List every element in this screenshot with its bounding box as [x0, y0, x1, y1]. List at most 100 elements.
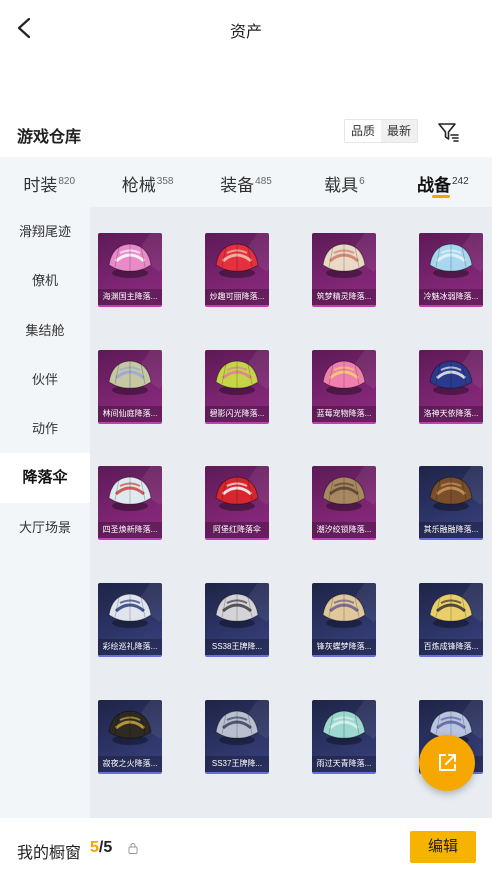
tab-label: 装备 — [220, 176, 255, 195]
parachute-icon — [108, 593, 152, 628]
item-name: 洛神天依降落... — [419, 406, 483, 422]
parachute-item-card[interactable]: 彩绘巡礼降落... — [98, 583, 162, 657]
category-tabs: 时装820 枪械358 装备485 载具6 战备242 — [0, 157, 492, 207]
tab-count: 820 — [58, 176, 76, 187]
parachute-item-card[interactable]: 潮汐绞锁降落... — [312, 466, 376, 540]
item-name: 阿堡红降落伞 — [205, 522, 269, 538]
item-name: 彩绘巡礼降落... — [98, 639, 162, 655]
showcase-bar: 我的橱窗 5/5 编辑 — [0, 818, 492, 876]
sidebar-item-companion[interactable]: 伙伴 — [0, 355, 90, 404]
item-name: SS38王牌降... — [205, 639, 269, 655]
edit-button[interactable]: 编辑 — [410, 831, 476, 863]
parachute-icon — [322, 476, 366, 511]
parachute-icon — [429, 243, 473, 278]
item-name: 其乐融融降落... — [419, 522, 483, 538]
sort-latest-button[interactable]: 最新 — [381, 120, 418, 142]
parachute-icon — [322, 360, 366, 395]
parachute-item-card[interactable]: SS37王牌降... — [205, 700, 269, 774]
sidebar-item-parachute[interactable]: 降落伞 — [0, 453, 90, 503]
tab-equipment[interactable]: 装备485 — [197, 157, 295, 207]
item-name: 锋灰蝶梦降落... — [312, 639, 376, 655]
item-name: SS37王牌降... — [205, 756, 269, 772]
sidebar-item-lobby-scene[interactable]: 大厅场景 — [0, 503, 90, 552]
parachute-icon — [322, 593, 366, 628]
sort-quality-button[interactable]: 品质 — [345, 120, 382, 142]
item-name: 林间仙庭降落... — [98, 406, 162, 422]
parachute-item-card[interactable]: 海渊国主降落... — [98, 233, 162, 307]
top-bar: 资产 — [0, 0, 492, 58]
item-name: 雨过天青降落... — [312, 756, 376, 772]
tab-label: 枪械 — [121, 176, 156, 195]
parachute-item-card[interactable]: 炒趣可丽降落... — [205, 233, 269, 307]
parachute-icon — [108, 476, 152, 511]
parachute-icon — [429, 593, 473, 628]
filter-button[interactable] — [436, 120, 460, 144]
subcategory-sidebar: 滑翔尾迹 僚机 集结舱 伙伴 动作 降落伞 大厅场景 — [0, 207, 90, 818]
parachute-icon — [215, 360, 259, 395]
tab-count: 485 — [255, 176, 272, 187]
sidebar-item-wingman[interactable]: 僚机 — [0, 256, 90, 305]
parachute-icon — [322, 243, 366, 278]
parachute-icon — [215, 710, 259, 745]
tab-count: 6 — [359, 176, 365, 187]
item-name: 碧影闪光降落... — [205, 406, 269, 422]
parachute-item-card[interactable]: SS38王牌降... — [205, 583, 269, 657]
parachute-icon — [108, 360, 152, 395]
parachute-item-card[interactable]: 其乐融融降落... — [419, 466, 483, 540]
showcase-current: 5 — [90, 839, 99, 856]
share-button[interactable] — [419, 735, 475, 791]
parachute-item-card[interactable]: 蓝莓宠物降落... — [312, 350, 376, 424]
item-grid: 海渊国主降落... 炒趣可丽降落... 筑梦精灵降落... 冷魅冰弱降落... 林间仙庭… — [90, 207, 492, 818]
tab-fashion[interactable]: 时装820 — [0, 157, 98, 207]
tab-label: 战备 — [416, 176, 451, 195]
parachute-item-card[interactable]: 林间仙庭降落... — [98, 350, 162, 424]
item-name: 四圣焕新降落... — [98, 522, 162, 538]
parachute-icon — [429, 360, 473, 395]
parachute-icon — [108, 243, 152, 278]
item-name: 海渊国主降落... — [98, 289, 162, 305]
showcase-total: /5 — [98, 839, 113, 856]
item-name: 百炼成锋降落... — [419, 639, 483, 655]
page-title: 资产 — [229, 24, 262, 41]
item-name: 潮汐绞锁降落... — [312, 522, 376, 538]
parachute-item-card[interactable]: 洛神天依降落... — [419, 350, 483, 424]
parachute-icon — [429, 476, 473, 511]
section-title: 游戏仓库 — [17, 129, 82, 146]
parachute-icon — [215, 243, 259, 278]
lock-icon — [128, 843, 138, 854]
parachute-item-card[interactable]: 阿堡红降落伞 — [205, 466, 269, 540]
parachute-item-card[interactable]: 雨过天青降落... — [312, 700, 376, 774]
parachute-item-card[interactable]: 冷魅冰弱降落... — [419, 233, 483, 307]
sidebar-item-glide-trail[interactable]: 滑翔尾迹 — [0, 207, 90, 256]
tab-count: 358 — [156, 176, 174, 187]
external-link-icon — [439, 754, 456, 771]
parachute-item-card[interactable]: 碧影闪光降落... — [205, 350, 269, 424]
sort-toggle: 品质 最新 — [344, 119, 419, 143]
tab-battle-gear[interactable]: 战备242 — [394, 157, 492, 207]
parachute-item-card[interactable]: 锋灰蝶梦降落... — [312, 583, 376, 657]
tab-label: 时装 — [23, 176, 58, 195]
sidebar-item-emote[interactable]: 动作 — [0, 404, 90, 453]
showcase-label: 我的橱窗 — [17, 845, 82, 862]
item-name: 筑梦精灵降落... — [312, 289, 376, 305]
item-name: 炒趣可丽降落... — [205, 289, 269, 305]
tab-label: 载具 — [324, 176, 359, 195]
tab-vehicles[interactable]: 载具6 — [295, 157, 393, 207]
parachute-item-card[interactable]: 四圣焕新降落... — [98, 466, 162, 540]
parachute-item-card[interactable]: 百炼成锋降落... — [419, 583, 483, 657]
parachute-item-card[interactable]: 寂夜之火降落... — [98, 700, 162, 774]
sidebar-item-assembly-pod[interactable]: 集结舱 — [0, 306, 90, 355]
parachute-icon — [215, 476, 259, 511]
parachute-icon — [108, 710, 152, 745]
parachute-icon — [215, 593, 259, 628]
item-name: 蓝莓宠物降落... — [312, 406, 376, 422]
showcase-count: 5/5 — [90, 839, 112, 857]
parachute-icon — [322, 710, 366, 745]
section-header: 游戏仓库 — [0, 112, 492, 156]
tab-guns[interactable]: 枪械358 — [98, 157, 196, 207]
item-name: 寂夜之火降落... — [98, 756, 162, 772]
filter-icon — [438, 123, 459, 142]
tab-count: 242 — [451, 176, 469, 187]
item-name: 冷魅冰弱降落... — [419, 289, 483, 305]
parachute-item-card[interactable]: 筑梦精灵降落... — [312, 233, 376, 307]
